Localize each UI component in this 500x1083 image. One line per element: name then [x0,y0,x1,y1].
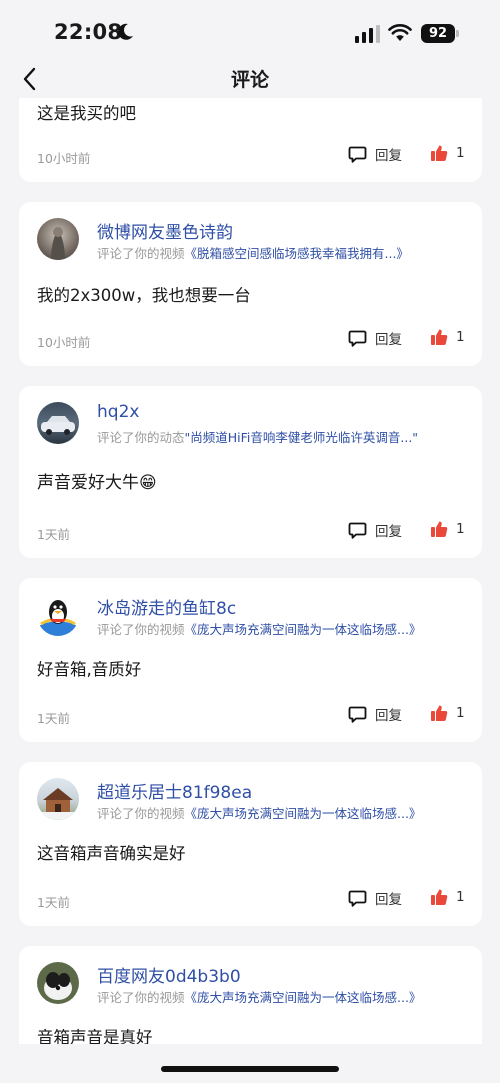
battery-tip [456,30,459,37]
like-count: 1 [456,329,465,345]
thumbs-up-icon [431,521,448,537]
reply-button[interactable]: 回复 [348,520,402,540]
author-name[interactable]: hq2x [97,402,139,422]
comment-target[interactable]: 评论了你的视频《庞大声场充满空间融为一体这临场感...》 [97,987,467,1006]
comment-time: 10小时前 [37,151,91,166]
like-button[interactable]: 1 [430,704,465,722]
thumbs-up-icon [431,705,448,721]
comment-time: 1天前 [37,527,70,542]
reply-label: 回复 [375,524,402,540]
like-count: 1 [456,521,465,537]
like-button[interactable]: 1 [430,520,465,538]
reply-icon [348,522,367,539]
comment-target[interactable]: 评论了你的视频《庞大声场充满空间融为一体这临场感...》 [97,619,467,638]
like-count: 1 [456,145,465,161]
reply-label: 回复 [375,148,402,164]
author-name[interactable]: 冰岛游走的鱼缸8c [97,594,236,619]
like-count: 1 [456,889,465,905]
author-name[interactable]: 微博网友墨色诗韵 [97,218,233,243]
status-time: 22:08 [54,20,123,44]
reply-button[interactable]: 回复 [348,144,402,164]
comment-card[interactable]: hq2x 评论了你的动态"尚频道HiFi音响李健老师光临许英调音..." 声音爱… [19,386,482,558]
comment-content: 我的2x300w，我也想要一台 [37,286,251,305]
moon-icon [118,23,133,40]
reply-icon [348,890,367,907]
home-indicator[interactable] [161,1066,339,1072]
signal-icon [355,25,380,43]
reply-icon [348,330,367,347]
comment-time: 1天前 [37,711,70,726]
comment-card[interactable]: 超道乐居士81f98ea 评论了你的视频《庞大声场充满空间融为一体这临场感...… [19,762,482,926]
avatar[interactable] [37,594,79,636]
reply-button[interactable]: 回复 [348,328,402,348]
comment-content: 这音箱声音确实是好 [37,844,186,863]
comment-card[interactable]: 微博网友墨色诗韵 评论了你的视频《脱箱感空间感临场感我幸福我拥有...》 我的2… [19,202,482,366]
comment-content: 这是我买的吧 [37,104,136,123]
reply-button[interactable]: 回复 [348,704,402,724]
thumbs-up-icon [431,889,448,905]
comment-time: 10小时前 [37,335,91,350]
avatar[interactable] [37,218,79,260]
comment-feed[interactable]: 这是我买的吧 10小时前 回复 1 微博网友墨色诗韵 评论了你的视频《脱箱感空间… [0,98,500,1044]
comment-content: 好音箱,音质好 [37,660,142,679]
comment-card[interactable]: 冰岛游走的鱼缸8c 评论了你的视频《庞大声场充满空间融为一体这临场感...》 好… [19,578,482,742]
avatar[interactable] [37,778,79,820]
avatar[interactable] [37,962,79,1004]
author-name[interactable]: 百度网友0d4b3b0 [97,962,241,987]
comment-card[interactable]: 这是我买的吧 10小时前 回复 1 [19,98,482,182]
thumbs-up-icon [431,329,448,345]
comment-card[interactable]: 百度网友0d4b3b0 评论了你的视频《庞大声场充满空间融为一体这临场感...》… [19,946,482,1044]
reply-label: 回复 [375,892,402,908]
thumbs-up-icon [431,145,448,161]
reply-icon [348,146,367,163]
reply-icon [348,706,367,723]
reply-label: 回复 [375,332,402,348]
page-title: 评论 [230,69,269,91]
like-button[interactable]: 1 [430,328,465,346]
comment-content: 音箱声音是真好 [37,1028,153,1044]
comment-content: 声音爱好大牛😁 [37,473,157,493]
reply-button[interactable]: 回复 [348,888,402,908]
avatar[interactable] [37,402,79,444]
like-count: 1 [456,705,465,721]
like-button[interactable]: 1 [430,144,465,162]
reply-label: 回复 [375,708,402,724]
author-name[interactable]: 超道乐居士81f98ea [97,778,252,803]
wifi-icon [388,24,412,41]
battery-indicator: 92 [421,24,455,43]
comment-target[interactable]: 评论了你的视频《脱箱感空间感临场感我幸福我拥有...》 [97,243,467,262]
comment-target[interactable]: 评论了你的视频《庞大声场充满空间融为一体这临场感...》 [97,803,467,822]
comment-target[interactable]: 评论了你的动态"尚频道HiFi音响李健老师光临许英调音..." [97,427,467,446]
nav-bar: 评论 [0,60,500,98]
like-button[interactable]: 1 [430,888,465,906]
comment-time: 1天前 [37,895,70,910]
status-bar: 22:08 92 [0,0,500,60]
